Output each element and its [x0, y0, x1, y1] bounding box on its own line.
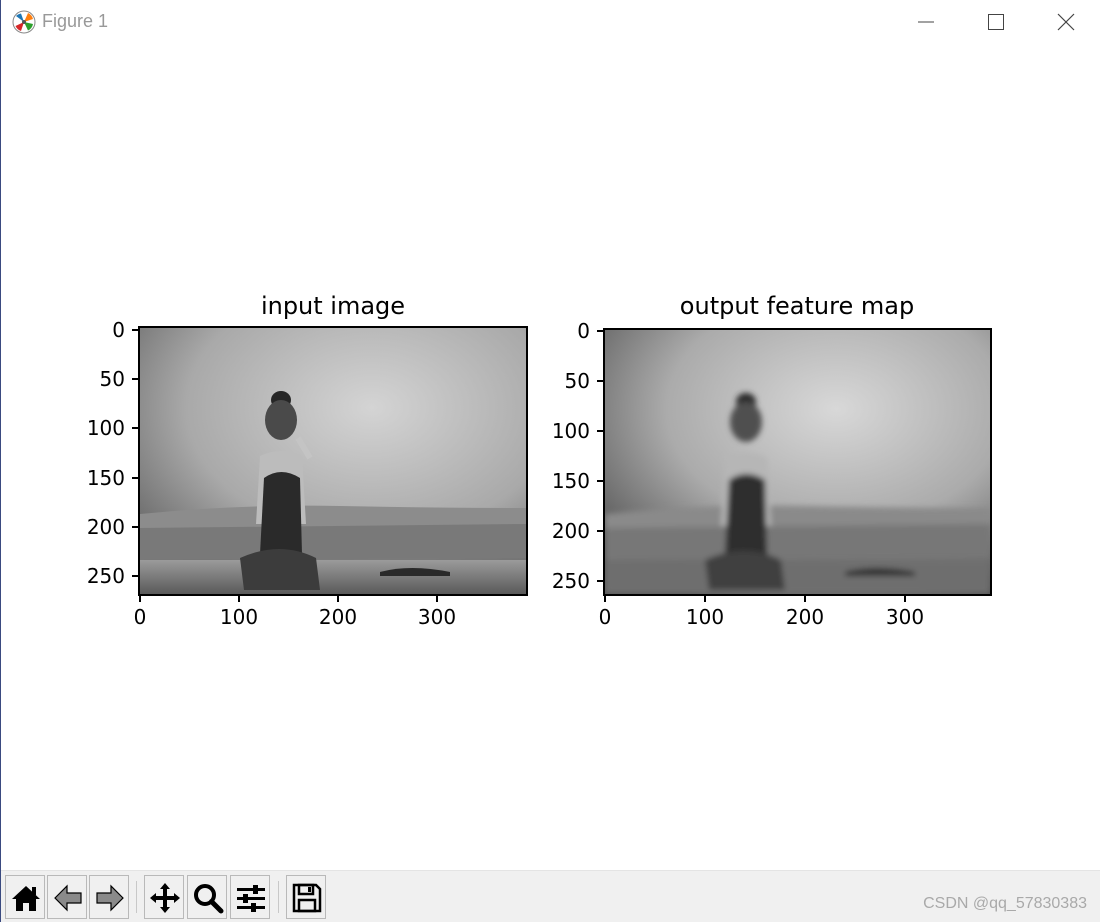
output-feature-map-image — [605, 330, 990, 594]
x-tick-mark — [604, 596, 606, 602]
x-tick-mark — [139, 596, 141, 602]
x-tick-label: 300 — [885, 605, 925, 629]
x-tick-label: 0 — [598, 605, 612, 629]
x-tick-mark — [238, 596, 240, 602]
maximize-icon — [988, 14, 1004, 30]
title-bar[interactable]: Figure 1 — [1, 0, 1100, 44]
y-tick-label: 0 — [577, 319, 590, 343]
y-tick-mark — [597, 580, 603, 582]
forward-icon — [96, 884, 124, 912]
matplotlib-logo-icon — [12, 10, 36, 34]
x-tick-mark — [904, 596, 906, 602]
y-tick-label: 100 — [551, 419, 590, 443]
x-tick-mark — [436, 596, 438, 602]
zoom-button[interactable] — [187, 875, 227, 919]
x-tick-label: 300 — [417, 605, 457, 629]
input-image — [140, 328, 526, 594]
y-tick-label: 150 — [86, 466, 125, 490]
figure-canvas[interactable]: input image 0 50 100 150 200 250 0 100 2… — [1, 44, 1100, 870]
home-icon — [12, 886, 40, 911]
y-tick-label: 50 — [99, 367, 125, 391]
minimize-button[interactable] — [891, 0, 961, 44]
y-tick-mark — [132, 329, 138, 331]
y-tick-label: 150 — [551, 469, 590, 493]
x-tick-label: 100 — [219, 605, 259, 629]
x-tick-label: 200 — [785, 605, 825, 629]
configure-subplots-icon — [237, 885, 265, 912]
y-tick-label: 200 — [551, 519, 590, 543]
y-tick-mark — [597, 480, 603, 482]
maximize-button[interactable] — [961, 0, 1031, 44]
pan-icon — [150, 883, 180, 913]
save-button[interactable] — [286, 875, 326, 919]
navigation-toolbar: CSDN @qq_57830383 — [1, 870, 1100, 922]
y-tick-mark — [597, 380, 603, 382]
input-image-axes[interactable] — [138, 326, 528, 596]
y-tick-label: 250 — [86, 564, 125, 588]
watermark-text: CSDN @qq_57830383 — [923, 895, 1087, 912]
x-tick-label: 100 — [685, 605, 725, 629]
x-tick-label: 200 — [318, 605, 358, 629]
pan-button[interactable] — [144, 875, 184, 919]
axes-title-output: output feature map — [679, 292, 915, 320]
zoom-icon — [194, 884, 224, 914]
toolbar-separator — [136, 881, 137, 913]
x-tick-mark — [804, 596, 806, 602]
y-tick-label: 100 — [86, 416, 125, 440]
y-tick-mark — [132, 427, 138, 429]
y-tick-mark — [597, 430, 603, 432]
close-icon — [1057, 13, 1075, 31]
y-tick-mark — [132, 575, 138, 577]
y-tick-mark — [597, 530, 603, 532]
y-tick-mark — [597, 330, 603, 332]
y-tick-label: 0 — [112, 318, 125, 342]
axes-title-input: input image — [260, 292, 406, 320]
close-button[interactable] — [1031, 0, 1100, 44]
y-tick-mark — [132, 477, 138, 479]
output-feature-map-axes[interactable] — [603, 328, 992, 596]
back-button[interactable] — [47, 875, 87, 919]
y-tick-label: 200 — [86, 515, 125, 539]
figure-window: Figure 1 input image 0 50 100 150 200 25… — [0, 0, 1100, 922]
toolbar-separator — [278, 881, 279, 913]
x-tick-mark — [704, 596, 706, 602]
y-tick-label: 50 — [564, 369, 590, 393]
x-tick-mark — [337, 596, 339, 602]
window-title: Figure 1 — [42, 11, 109, 31]
x-tick-label: 0 — [133, 605, 147, 629]
save-icon — [292, 883, 322, 913]
y-tick-mark — [132, 378, 138, 380]
forward-button[interactable] — [89, 875, 129, 919]
configure-subplots-button[interactable] — [230, 875, 270, 919]
minimize-icon — [918, 21, 934, 23]
home-button[interactable] — [5, 875, 45, 919]
y-tick-mark — [132, 526, 138, 528]
back-icon — [54, 884, 82, 912]
y-tick-label: 250 — [551, 569, 590, 593]
